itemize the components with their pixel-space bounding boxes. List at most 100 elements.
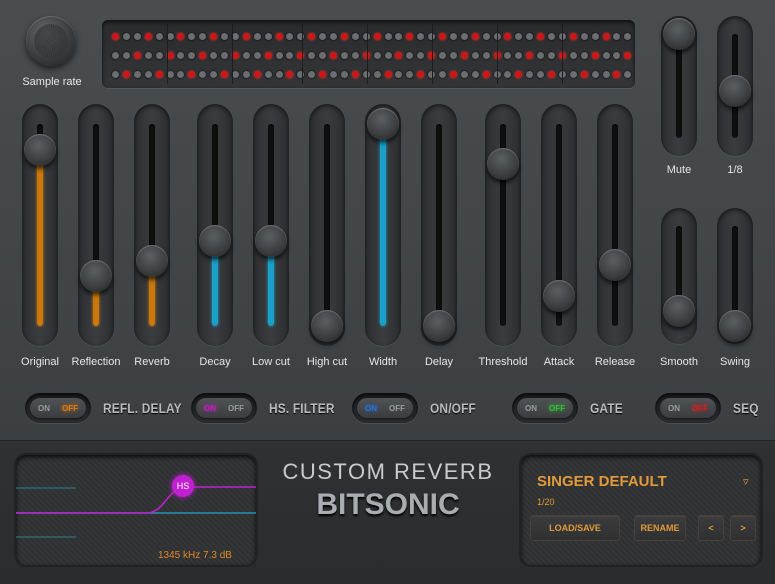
seq-led[interactable] — [319, 33, 327, 40]
slider-thumb[interactable] — [24, 134, 56, 167]
seq-led[interactable] — [319, 52, 327, 59]
slider-thumb[interactable] — [367, 108, 399, 140]
seq-led[interactable] — [395, 33, 403, 40]
seq-led[interactable] — [417, 33, 425, 40]
seq-led[interactable] — [624, 71, 632, 78]
preset-name[interactable]: SINGER DEFAULT — [537, 473, 667, 490]
seq-led[interactable] — [537, 33, 545, 40]
slider-attack[interactable] — [541, 104, 577, 346]
slider-delay[interactable] — [421, 104, 457, 346]
seq-led[interactable] — [133, 71, 141, 78]
seq-led[interactable] — [330, 71, 337, 78]
slider-original[interactable] — [22, 104, 58, 346]
seq-led[interactable] — [308, 52, 316, 59]
seq-led[interactable] — [210, 52, 218, 59]
seq-led[interactable] — [482, 52, 490, 59]
seq-led[interactable] — [373, 33, 381, 40]
seq-led[interactable] — [482, 71, 490, 78]
seq-led[interactable] — [602, 52, 610, 59]
seq-led[interactable] — [439, 52, 446, 59]
seq-led[interactable] — [242, 33, 250, 40]
slider-thumb[interactable] — [311, 310, 343, 342]
slider-mute[interactable] — [661, 16, 697, 156]
seq-led[interactable] — [133, 33, 141, 40]
seq-led[interactable] — [569, 33, 577, 40]
seq-led[interactable] — [449, 52, 457, 59]
seq-led[interactable] — [210, 33, 218, 40]
toggle-refl-delay[interactable]: ON OFF — [25, 393, 91, 423]
seq-led[interactable] — [112, 52, 119, 59]
seq-led[interactable] — [188, 71, 196, 78]
slider-decay[interactable] — [197, 104, 233, 346]
seq-led[interactable] — [286, 33, 294, 40]
toggle-seq[interactable]: ON OFF — [655, 393, 721, 423]
seq-led[interactable] — [548, 33, 555, 40]
step-sequencer[interactable] — [102, 20, 635, 88]
seq-led[interactable] — [351, 71, 359, 78]
seq-led[interactable] — [221, 52, 228, 59]
seq-led[interactable] — [482, 33, 490, 40]
seq-led[interactable] — [569, 52, 577, 59]
seq-led[interactable] — [526, 71, 534, 78]
seq-led[interactable] — [275, 52, 283, 59]
seq-led[interactable] — [210, 71, 218, 78]
seq-led[interactable] — [580, 52, 588, 59]
seq-led[interactable] — [242, 52, 250, 59]
seq-led[interactable] — [537, 52, 545, 59]
seq-led[interactable] — [144, 52, 152, 59]
seq-led[interactable] — [177, 52, 185, 59]
seq-led[interactable] — [580, 71, 588, 78]
seq-led[interactable] — [406, 33, 414, 40]
seq-led[interactable] — [460, 52, 468, 59]
load-save-button[interactable]: LOAD/SAVE — [530, 515, 620, 541]
slider-low-cut[interactable] — [253, 104, 289, 346]
seq-led[interactable] — [460, 71, 468, 78]
seq-led[interactable] — [406, 71, 414, 78]
slider-thumb[interactable] — [599, 249, 631, 282]
seq-led[interactable] — [384, 52, 392, 59]
seq-led[interactable] — [133, 52, 141, 59]
seq-led[interactable] — [548, 71, 555, 78]
slider-thumb[interactable] — [663, 18, 695, 50]
slider-thumb[interactable] — [719, 75, 751, 108]
slider-thumb[interactable] — [423, 310, 455, 342]
slider-width[interactable] — [365, 104, 401, 346]
seq-led[interactable] — [340, 52, 348, 59]
seq-led[interactable] — [373, 71, 381, 78]
seq-led[interactable] — [548, 52, 555, 59]
slider-thumb[interactable] — [719, 310, 751, 342]
prev-preset-button[interactable]: < — [698, 515, 724, 541]
seq-led[interactable] — [417, 52, 425, 59]
seq-led[interactable] — [351, 52, 359, 59]
seq-led[interactable] — [373, 52, 381, 59]
slider-threshold[interactable] — [485, 104, 521, 346]
slider-thumb[interactable] — [80, 259, 112, 292]
seq-led[interactable] — [613, 71, 621, 78]
seq-led[interactable] — [275, 71, 283, 78]
seq-led[interactable] — [199, 71, 207, 78]
seq-led[interactable] — [602, 33, 610, 40]
seq-led[interactable] — [504, 71, 512, 78]
seq-led[interactable] — [417, 71, 425, 78]
seq-led[interactable] — [155, 33, 163, 40]
seq-led[interactable] — [624, 33, 632, 40]
seq-led[interactable] — [188, 52, 196, 59]
slider-swing[interactable] — [717, 208, 753, 344]
slider-reverb[interactable] — [134, 104, 170, 346]
filter-handle[interactable]: HS — [172, 475, 194, 497]
seq-led[interactable] — [449, 33, 457, 40]
seq-led[interactable] — [504, 52, 512, 59]
seq-led[interactable] — [395, 52, 403, 59]
toggle-gate[interactable]: ON OFF — [512, 393, 578, 423]
seq-led[interactable] — [569, 71, 577, 78]
seq-led[interactable] — [264, 33, 272, 40]
seq-led[interactable] — [308, 33, 316, 40]
seq-led[interactable] — [122, 71, 130, 78]
seq-led[interactable] — [384, 33, 392, 40]
seq-led[interactable] — [624, 52, 632, 59]
seq-led[interactable] — [264, 71, 272, 78]
seq-led[interactable] — [155, 71, 163, 78]
slider-thumb[interactable] — [199, 225, 231, 258]
toggle-hs-filter[interactable]: ON OFF — [191, 393, 257, 423]
slider-release[interactable] — [597, 104, 633, 346]
